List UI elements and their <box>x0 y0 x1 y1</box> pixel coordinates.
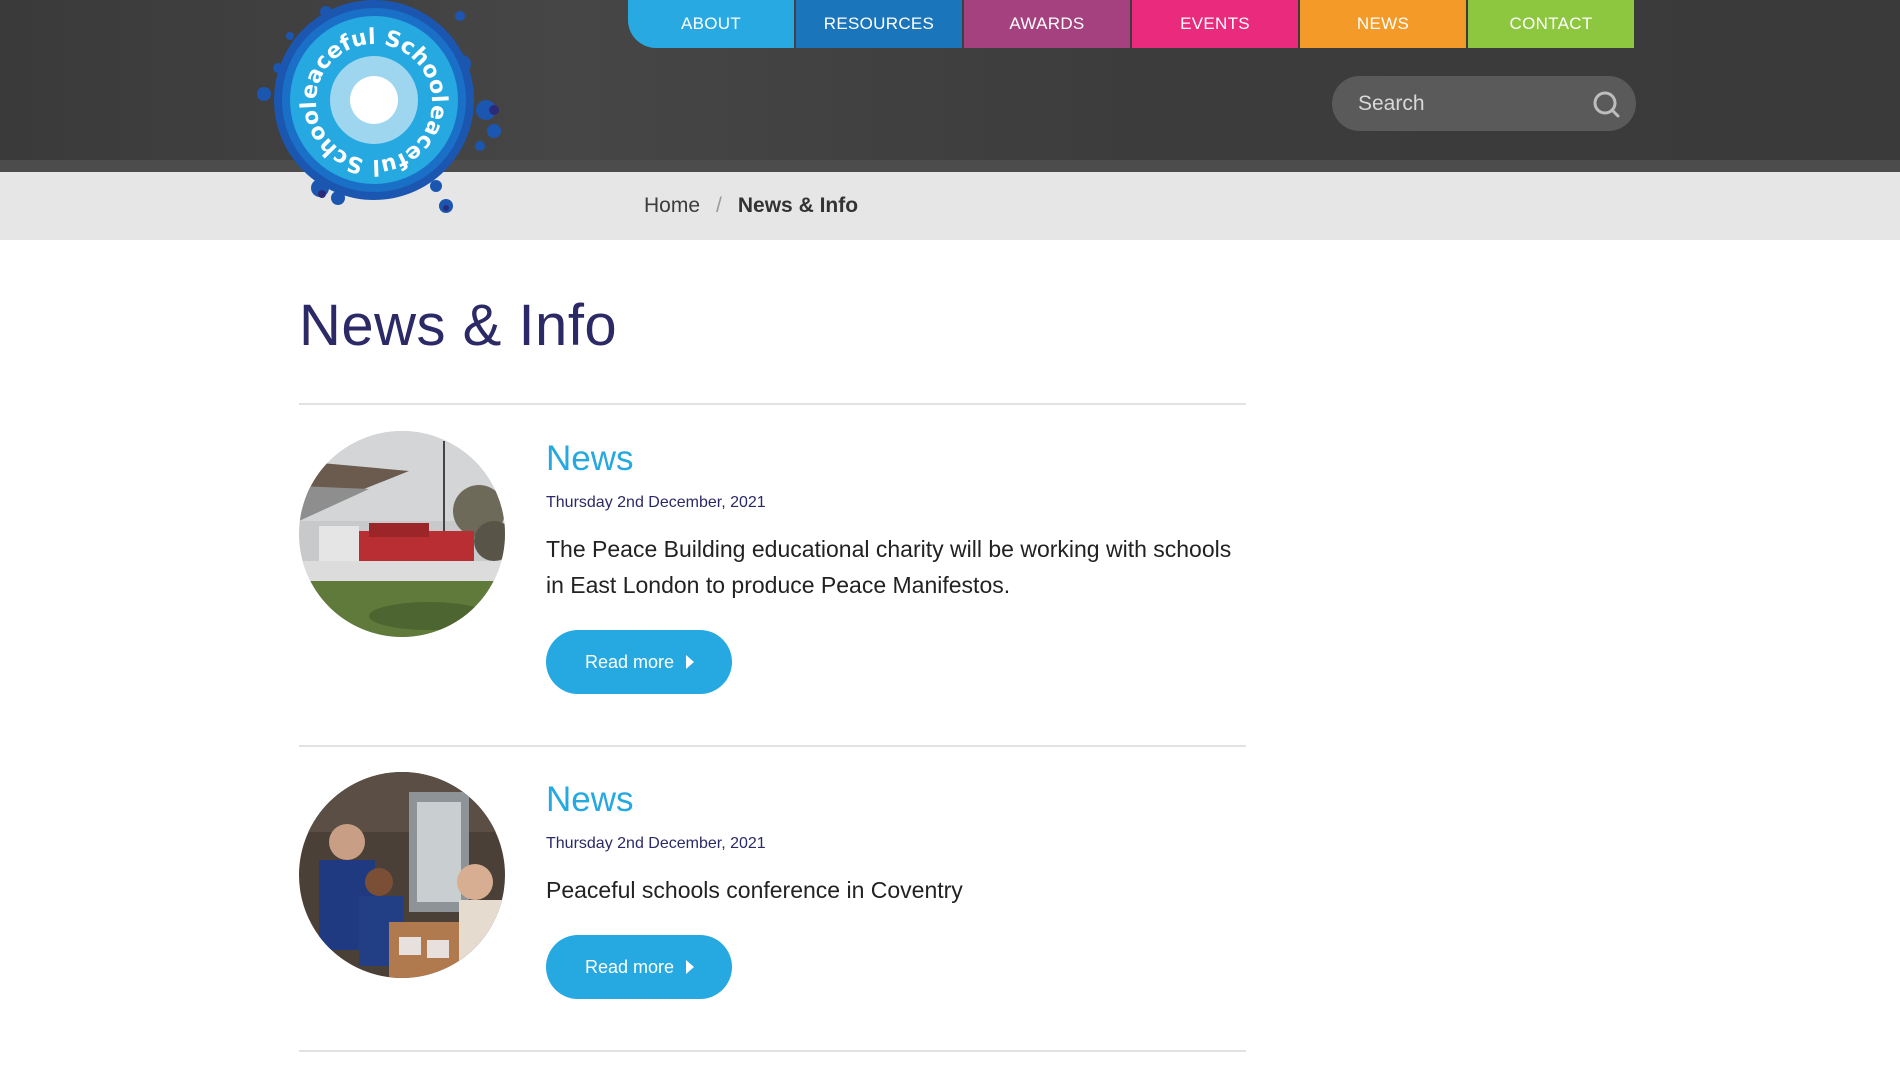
caret-right-icon <box>686 960 695 974</box>
search-box <box>1332 76 1636 131</box>
news-article: News Thursday 2nd December, 2021 Peacefu… <box>299 772 1246 1022</box>
search-input[interactable] <box>1358 91 1578 116</box>
nav-item-news[interactable]: NEWS <box>1300 0 1466 48</box>
search-icon[interactable] <box>1592 90 1620 118</box>
nav-item-about[interactable]: ABOUT <box>628 0 794 48</box>
article-thumbnail[interactable] <box>299 431 505 637</box>
article-date: Thursday 2nd December, 2021 <box>546 494 766 511</box>
nav-item-awards[interactable]: AWARDS <box>964 0 1130 48</box>
main-nav: ABOUT RESOURCES AWARDS EVENTS NEWS CONTA… <box>628 0 1634 48</box>
read-more-button[interactable]: Read more <box>546 630 733 694</box>
nav-item-contact[interactable]: CONTACT <box>1468 0 1634 48</box>
news-article: News Thursday 2nd December, 2021 The Pea… <box>299 431 1246 711</box>
divider <box>299 1050 1246 1052</box>
breadcrumb-home[interactable]: Home <box>644 194 700 218</box>
site-logo[interactable]: Peaceful Schools Peaceful Schools <box>250 0 510 216</box>
nav-item-resources[interactable]: RESOURCES <box>796 0 962 48</box>
page-title: News & Info <box>299 293 618 358</box>
nav-item-events[interactable]: EVENTS <box>1132 0 1298 48</box>
read-more-label: Read more <box>585 651 675 672</box>
article-summary: The Peace Building educational charity w… <box>546 536 1232 598</box>
article-thumbnail[interactable] <box>299 772 505 978</box>
divider <box>299 403 1246 405</box>
caret-right-icon <box>686 655 695 669</box>
divider <box>299 745 1246 747</box>
read-more-label: Read more <box>585 956 675 977</box>
breadcrumb-separator: / <box>716 194 722 217</box>
article-body: News Thursday 2nd December, 2021 Peacefu… <box>546 772 1246 999</box>
breadcrumb-current: News & Info <box>737 194 859 217</box>
article-body: News Thursday 2nd December, 2021 The Pea… <box>546 431 1246 694</box>
read-more-button[interactable]: Read more <box>546 935 733 999</box>
article-summary: Peaceful schools conference in Coventry <box>546 877 963 903</box>
article-category[interactable]: News <box>546 780 1246 820</box>
breadcrumb: Home / News & Info <box>644 194 858 218</box>
article-date: Thursday 2nd December, 2021 <box>546 835 766 852</box>
article-category[interactable]: News <box>546 439 1246 479</box>
